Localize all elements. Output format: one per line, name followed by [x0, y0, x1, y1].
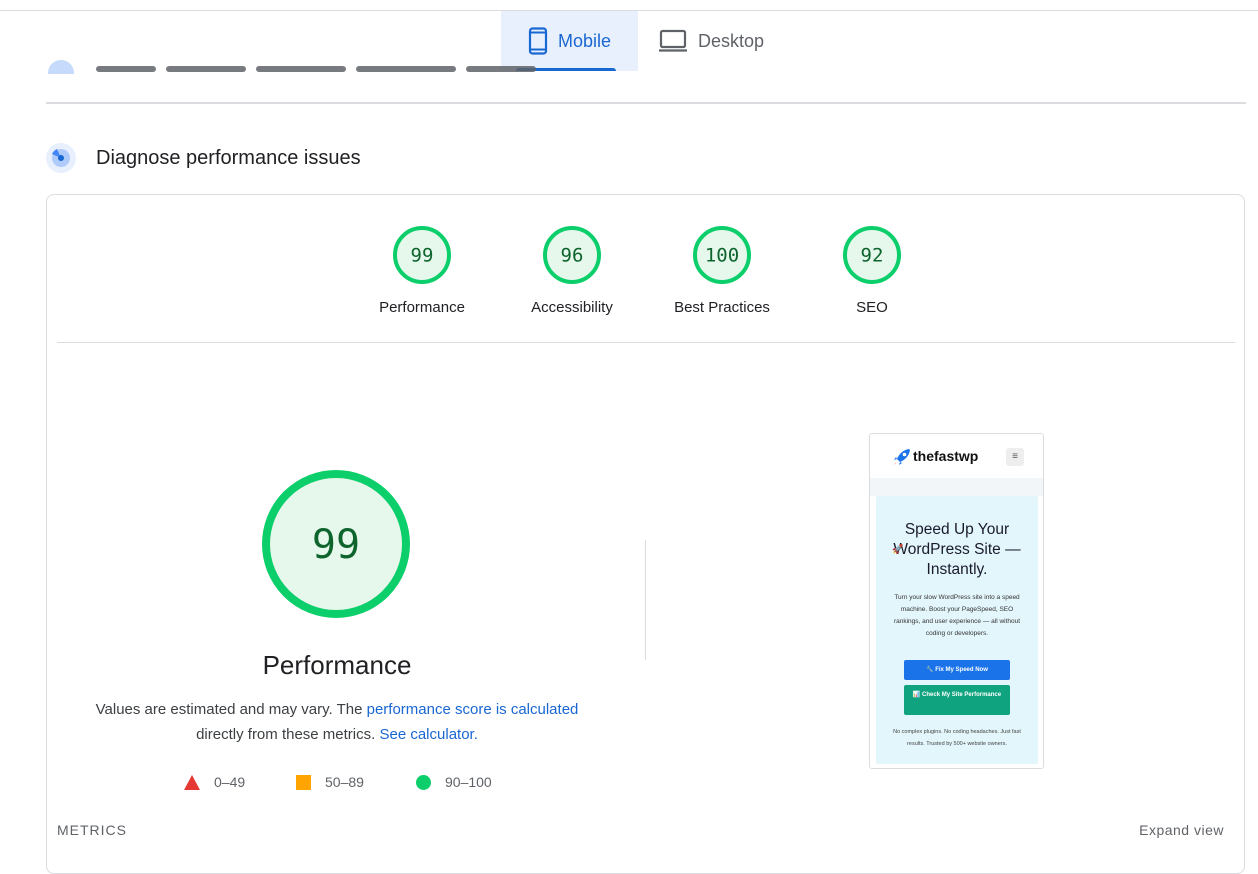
- gauge-label: Best Practices: [674, 299, 770, 316]
- section-icon: [48, 60, 74, 74]
- thumbnail-header: thefastwp ≡: [870, 434, 1043, 478]
- diagnose-icon: [46, 143, 76, 173]
- site-logo: thefastwp: [913, 448, 979, 464]
- metrics-heading: METRICS: [57, 822, 127, 838]
- score-value: 99: [411, 245, 434, 267]
- circle-icon: [416, 774, 431, 790]
- page-screenshot-thumbnail[interactable]: thefastwp ≡ Speed Up Your WordPress Site…: [869, 433, 1044, 769]
- hero-footnote: No complex plugins. No coding headaches.…: [893, 729, 1021, 747]
- see-calculator-link[interactable]: See calculator.: [379, 726, 477, 743]
- legend-average: 50–89: [296, 774, 364, 790]
- thumbnail-hero: Speed Up Your WordPress Site — Instantly…: [876, 496, 1038, 764]
- gauge-label: Accessibility: [531, 299, 613, 316]
- score-value: 96: [561, 245, 584, 267]
- score-value: 92: [861, 245, 884, 267]
- vertical-divider: [645, 540, 646, 660]
- gauge-label: SEO: [856, 299, 888, 316]
- performance-score-value: 99: [312, 522, 360, 568]
- tab-mobile-label: Mobile: [557, 30, 612, 51]
- performance-score-gauge: 99: [262, 470, 410, 618]
- scrolled-section-header: [46, 58, 1246, 74]
- gauge-label: Performance: [379, 299, 465, 316]
- score-ring: 99: [393, 226, 451, 284]
- smartphone-icon: [528, 27, 548, 55]
- gauge-best-practices[interactable]: 100 Best Practices: [652, 195, 792, 316]
- hamburger-icon: ≡: [1006, 448, 1024, 466]
- score-ring: 92: [843, 226, 901, 284]
- section-divider: [46, 102, 1246, 104]
- fix-speed-button: 🔧 Fix My Speed Now: [904, 660, 1010, 680]
- thumbnail-band: [870, 478, 1043, 496]
- score-value: 100: [705, 245, 739, 267]
- score-calculation-link[interactable]: performance score is calculated: [367, 701, 579, 718]
- expand-view-toggle[interactable]: Expand view: [1139, 822, 1224, 838]
- gauge-performance[interactable]: 99 Performance: [352, 195, 492, 316]
- square-icon: [296, 774, 311, 790]
- card-divider: [57, 342, 1235, 343]
- laptop-icon: [659, 29, 687, 52]
- rocket-emoji-icon: 🚀: [892, 544, 904, 554]
- gauge-seo[interactable]: 92 SEO: [802, 195, 942, 316]
- gauge-accessibility[interactable]: 96 Accessibility: [502, 195, 642, 316]
- legend-pass: 90–100: [416, 774, 492, 790]
- tab-desktop-label: Desktop: [698, 30, 765, 51]
- score-ring: 96: [543, 226, 601, 284]
- hero-paragraph: Turn your slow WordPress site into a spe…: [893, 594, 1021, 637]
- score-ring: 100: [693, 226, 751, 284]
- section-title: Diagnose performance issues: [96, 147, 361, 169]
- performance-title: Performance: [262, 650, 412, 680]
- triangle-icon: [184, 774, 200, 790]
- report-card: 99 Performance 96 Accessibility 100 Best…: [46, 194, 1245, 874]
- rocket-icon: [894, 449, 910, 465]
- legend-fail: 0–49: [184, 774, 245, 790]
- performance-description: Values are estimated and may vary. The p…: [95, 701, 579, 743]
- check-performance-button: 📊 Check My Site Performance: [904, 685, 1010, 715]
